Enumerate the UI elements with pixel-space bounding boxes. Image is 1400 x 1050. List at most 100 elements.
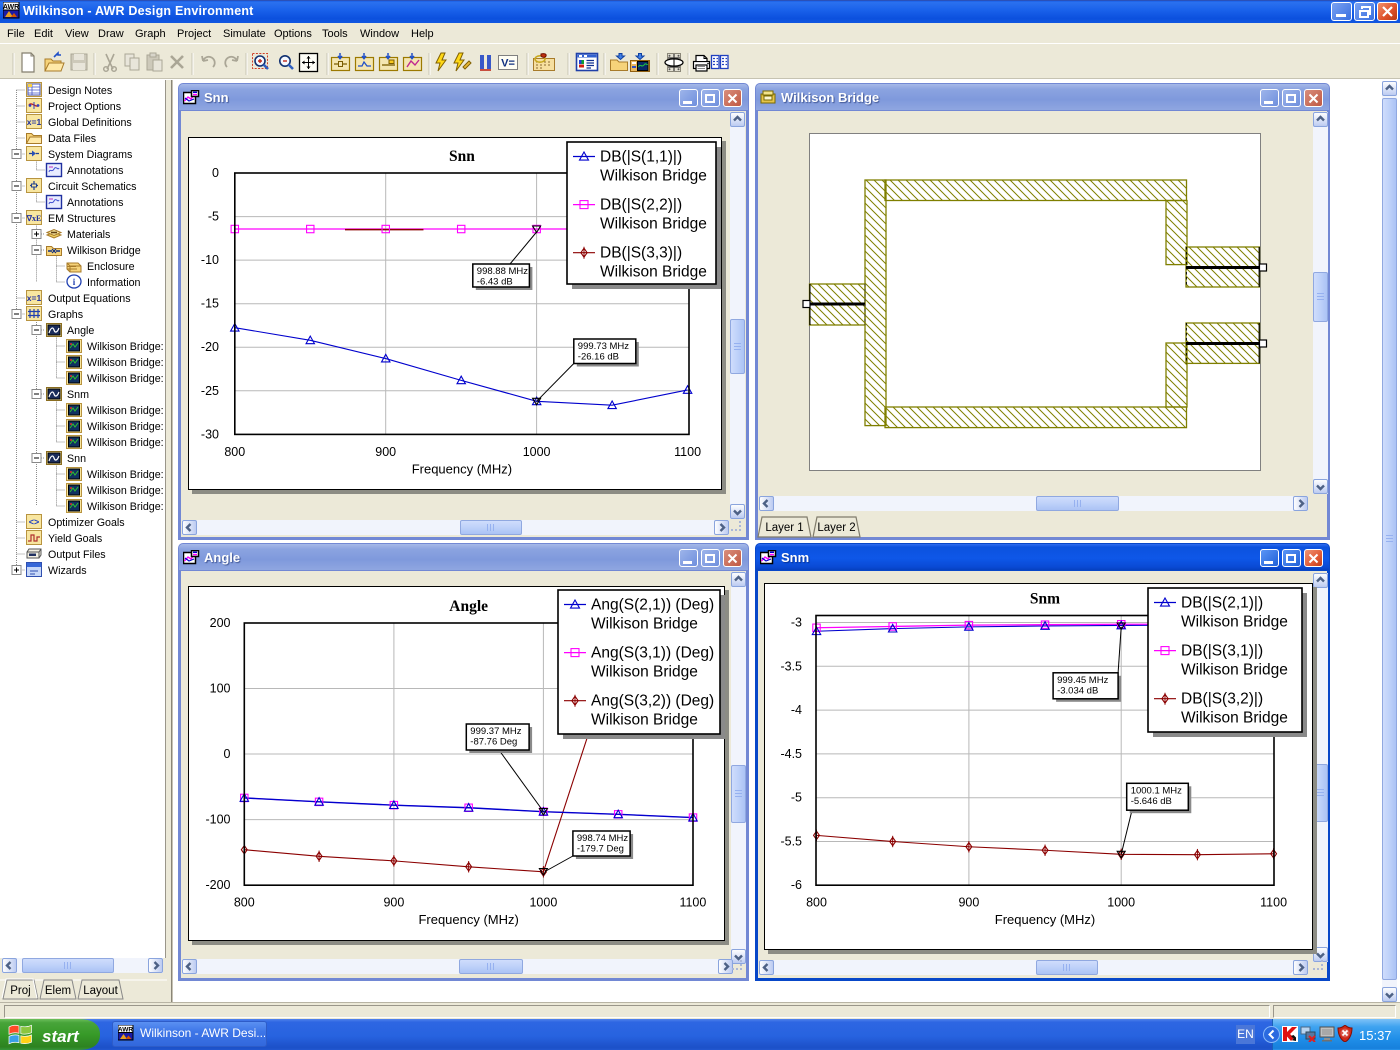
svg-text:-3.5: -3.5 xyxy=(780,659,802,673)
svg-text:Frequency (MHz): Frequency (MHz) xyxy=(412,461,512,476)
svg-text:1000: 1000 xyxy=(523,445,551,459)
svg-text:900: 900 xyxy=(958,896,979,910)
svg-text:Snn: Snn xyxy=(449,148,475,165)
svg-text:Output Files: Output Files xyxy=(48,549,106,561)
svg-text:-6.43 dB: -6.43 dB xyxy=(477,277,513,288)
svg-text:Information: Information xyxy=(87,277,141,289)
svg-text:999.73 MHz: 999.73 MHz xyxy=(578,341,629,352)
svg-text:Elem: Elem xyxy=(45,985,71,997)
svg-text:1000: 1000 xyxy=(1107,896,1135,910)
svg-text:100: 100 xyxy=(210,682,231,696)
svg-text:Optimizer Goals: Optimizer Goals xyxy=(48,517,125,529)
svg-text:Wilkison Bridge: Wilkison Bridge xyxy=(1181,614,1288,631)
svg-text:V=: V= xyxy=(501,58,515,70)
svg-text:-4: -4 xyxy=(791,703,802,717)
svg-text:Wizards: Wizards xyxy=(48,565,87,577)
svg-text:Wilkison Bridge: Wilkison Bridge xyxy=(600,264,707,281)
svg-text:Data Files: Data Files xyxy=(48,133,96,145)
svg-text:Ang(S(2,1)) (Deg): Ang(S(2,1)) (Deg) xyxy=(591,597,714,614)
svg-text:Wilkison Bridge: Wilkison Bridge xyxy=(600,168,707,185)
svg-text:<>: <> xyxy=(29,517,40,527)
svg-text:start: start xyxy=(42,1027,80,1046)
svg-text:Wilkison Bridge: Wilkison Bridge xyxy=(600,216,707,233)
svg-text:1000: 1000 xyxy=(529,896,557,910)
svg-text:Wilkison Bridge: Wilkison Bridge xyxy=(591,616,698,633)
svg-text:-5.646 dB: -5.646 dB xyxy=(1131,796,1172,807)
svg-text:999.45 MHz: 999.45 MHz xyxy=(1057,675,1108,686)
svg-text:DB(|S(2,2)|): DB(|S(2,2)|) xyxy=(600,197,682,214)
svg-text:Output Equations: Output Equations xyxy=(48,293,131,305)
svg-text:-5: -5 xyxy=(208,210,219,224)
svg-text:Wilkison Bridge:: Wilkison Bridge: xyxy=(87,341,164,353)
svg-text:x=1: x=1 xyxy=(27,117,42,127)
svg-text:-179.7 Deg: -179.7 Deg xyxy=(577,844,624,855)
svg-text:x=1: x=1 xyxy=(27,293,42,303)
svg-text:DB(|S(3,3)|): DB(|S(3,3)|) xyxy=(600,245,682,262)
svg-text:Ang(S(3,1)) (Deg): Ang(S(3,1)) (Deg) xyxy=(591,645,714,662)
svg-text:-26.16 dB: -26.16 dB xyxy=(578,352,619,363)
svg-text:-15: -15 xyxy=(201,297,219,311)
svg-text:System Diagrams: System Diagrams xyxy=(48,149,132,161)
svg-text:800: 800 xyxy=(806,896,827,910)
svg-text:998.74 MHz: 998.74 MHz xyxy=(577,833,628,844)
svg-text:Wilkison Bridge:: Wilkison Bridge: xyxy=(87,373,164,385)
svg-text:Wilkison Bridge:: Wilkison Bridge: xyxy=(87,421,164,433)
svg-text:Wilkison Bridge:: Wilkison Bridge: xyxy=(87,501,164,513)
svg-text:Materials: Materials xyxy=(67,229,110,241)
svg-text:Frequency (MHz): Frequency (MHz) xyxy=(995,912,1095,927)
svg-text:-25: -25 xyxy=(201,384,219,398)
svg-text:Wilkison Bridge:: Wilkison Bridge: xyxy=(87,469,164,481)
svg-text:Ang(S(3,2)) (Deg): Ang(S(3,2)) (Deg) xyxy=(591,693,714,710)
svg-text:-5.5: -5.5 xyxy=(780,835,802,849)
svg-text:Annotations: Annotations xyxy=(67,197,123,209)
svg-text:∇xE: ∇xE xyxy=(26,214,42,223)
svg-text:-20: -20 xyxy=(201,340,219,354)
svg-text:Angle: Angle xyxy=(449,598,488,615)
svg-text:0: 0 xyxy=(212,166,219,180)
svg-text:-4.5: -4.5 xyxy=(780,747,802,761)
svg-text:DB(|S(1,1)|): DB(|S(1,1)|) xyxy=(600,149,682,166)
svg-text:-6: -6 xyxy=(791,878,802,892)
svg-text:Design Notes: Design Notes xyxy=(48,85,112,97)
svg-text:998.88 MHz: 998.88 MHz xyxy=(477,266,528,277)
svg-text:-200: -200 xyxy=(205,878,230,892)
svg-text:Frequency (MHz): Frequency (MHz) xyxy=(418,912,518,927)
svg-text:DB(|S(2,1)|): DB(|S(2,1)|) xyxy=(1181,595,1263,612)
svg-text:DB(|S(3,2)|): DB(|S(3,2)|) xyxy=(1181,691,1263,708)
svg-text:Project Options: Project Options xyxy=(48,101,121,113)
svg-text:-87.76 Deg: -87.76 Deg xyxy=(470,737,517,748)
svg-text:-100: -100 xyxy=(205,813,230,827)
svg-text:EM Structures: EM Structures xyxy=(48,213,116,225)
svg-text:-30: -30 xyxy=(201,427,219,441)
svg-text:Snm: Snm xyxy=(67,389,89,401)
svg-text:Layout: Layout xyxy=(83,985,118,997)
svg-text:Wilkison Bridge: Wilkison Bridge xyxy=(1181,662,1288,679)
svg-text:Circuit Schematics: Circuit Schematics xyxy=(48,181,137,193)
svg-text:Wilkison Bridge: Wilkison Bridge xyxy=(591,712,698,729)
svg-text:900: 900 xyxy=(383,896,404,910)
svg-text:-3.034 dB: -3.034 dB xyxy=(1057,685,1098,696)
svg-text:Wilkison Bridge: Wilkison Bridge xyxy=(591,664,698,681)
svg-text:Layer 1: Layer 1 xyxy=(765,522,803,534)
svg-text:800: 800 xyxy=(224,445,245,459)
svg-text:800: 800 xyxy=(234,896,255,910)
svg-text:-3: -3 xyxy=(791,616,802,630)
svg-text:Wilkison Bridge:: Wilkison Bridge: xyxy=(87,405,164,417)
svg-text:Wilkison Bridge:: Wilkison Bridge: xyxy=(87,437,164,449)
svg-text:1100: 1100 xyxy=(1260,896,1287,910)
svg-text:Layer 2: Layer 2 xyxy=(817,522,855,534)
svg-text:999.37 MHz: 999.37 MHz xyxy=(470,726,521,737)
svg-text:-5: -5 xyxy=(791,791,802,805)
svg-text:Snn: Snn xyxy=(67,453,86,465)
svg-text:Global Definitions: Global Definitions xyxy=(48,117,132,129)
svg-text:0: 0 xyxy=(224,747,231,761)
svg-text:1100: 1100 xyxy=(679,896,706,910)
svg-text:1100: 1100 xyxy=(674,445,701,459)
svg-text:Yield Goals: Yield Goals xyxy=(48,533,102,545)
svg-text:Wilkison Bridge:: Wilkison Bridge: xyxy=(87,485,164,497)
svg-text:DB(|S(3,1)|): DB(|S(3,1)|) xyxy=(1181,643,1263,660)
svg-text:Snm: Snm xyxy=(1030,591,1060,608)
svg-text:Wilkison Bridge:: Wilkison Bridge: xyxy=(87,357,164,369)
svg-text:Angle: Angle xyxy=(67,325,94,337)
svg-text:1000.1 MHz: 1000.1 MHz xyxy=(1131,785,1182,796)
